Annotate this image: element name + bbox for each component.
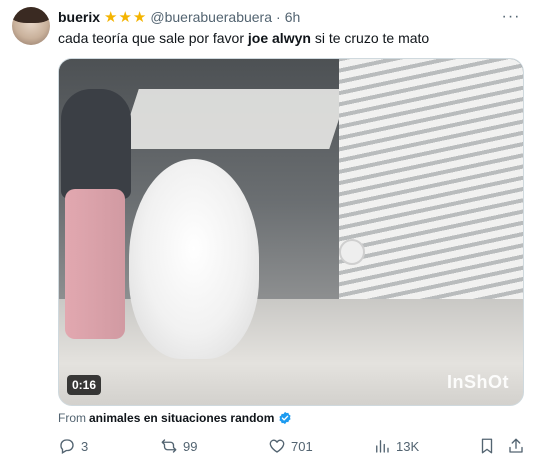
timestamp[interactable]: 6h: [285, 9, 301, 25]
share-button[interactable]: [507, 435, 525, 457]
from-source-link[interactable]: animales en situaciones random: [89, 411, 274, 425]
tweet-text-bold: joe alwyn: [247, 30, 311, 46]
from-label: From: [58, 411, 86, 425]
views-button[interactable]: 13K: [373, 435, 419, 457]
like-icon: [269, 439, 285, 453]
tweet-text-part: cada teoría que sale por favor: [58, 30, 248, 46]
separator: ·: [276, 9, 281, 25]
repost-count: 99: [183, 438, 198, 454]
like-button[interactable]: 701: [268, 435, 313, 457]
action-bar: 3 99 701 13K: [0, 435, 538, 457]
star-icon: ★: [104, 8, 118, 26]
bookmark-button[interactable]: [478, 435, 496, 457]
reply-icon: [60, 439, 74, 454]
tweet-header: buerix ★ ★ ★ @buerabuerabuera · 6h: [58, 8, 300, 26]
from-attribution: From animales en situaciones random: [58, 410, 292, 426]
tweet-text-part: si te cruzo te mato: [310, 30, 430, 46]
video-duration: 0:16: [67, 375, 102, 395]
bookmark-icon: [481, 438, 493, 454]
avatar[interactable]: [12, 7, 50, 45]
star-emojis: ★ ★ ★: [104, 10, 146, 25]
video-watermark: InShOt: [447, 372, 509, 392]
star-icon: ★: [132, 8, 147, 26]
author-name[interactable]: buerix: [58, 9, 100, 25]
tweet[interactable]: buerix ★ ★ ★ @buerabuerabuera · 6h ··· c…: [0, 0, 538, 469]
repost-button[interactable]: 99: [160, 435, 197, 457]
video-player[interactable]: 0:16 InShOt: [58, 58, 524, 406]
views-icon: [376, 440, 389, 453]
reply-count: 3: [81, 438, 89, 454]
author-handle[interactable]: @buerabuerabuera: [150, 9, 272, 25]
reply-button[interactable]: 3: [58, 435, 88, 457]
star-icon: ★: [118, 8, 132, 26]
repost-icon: [161, 439, 177, 453]
views-count: 13K: [396, 438, 420, 454]
more-icon[interactable]: ···: [502, 8, 520, 26]
like-count: 701: [291, 438, 313, 454]
share-icon: [509, 438, 523, 453]
verified-icon: [279, 411, 291, 425]
tweet-text: cada teoría que sale por favor joe alwyn…: [58, 29, 429, 47]
